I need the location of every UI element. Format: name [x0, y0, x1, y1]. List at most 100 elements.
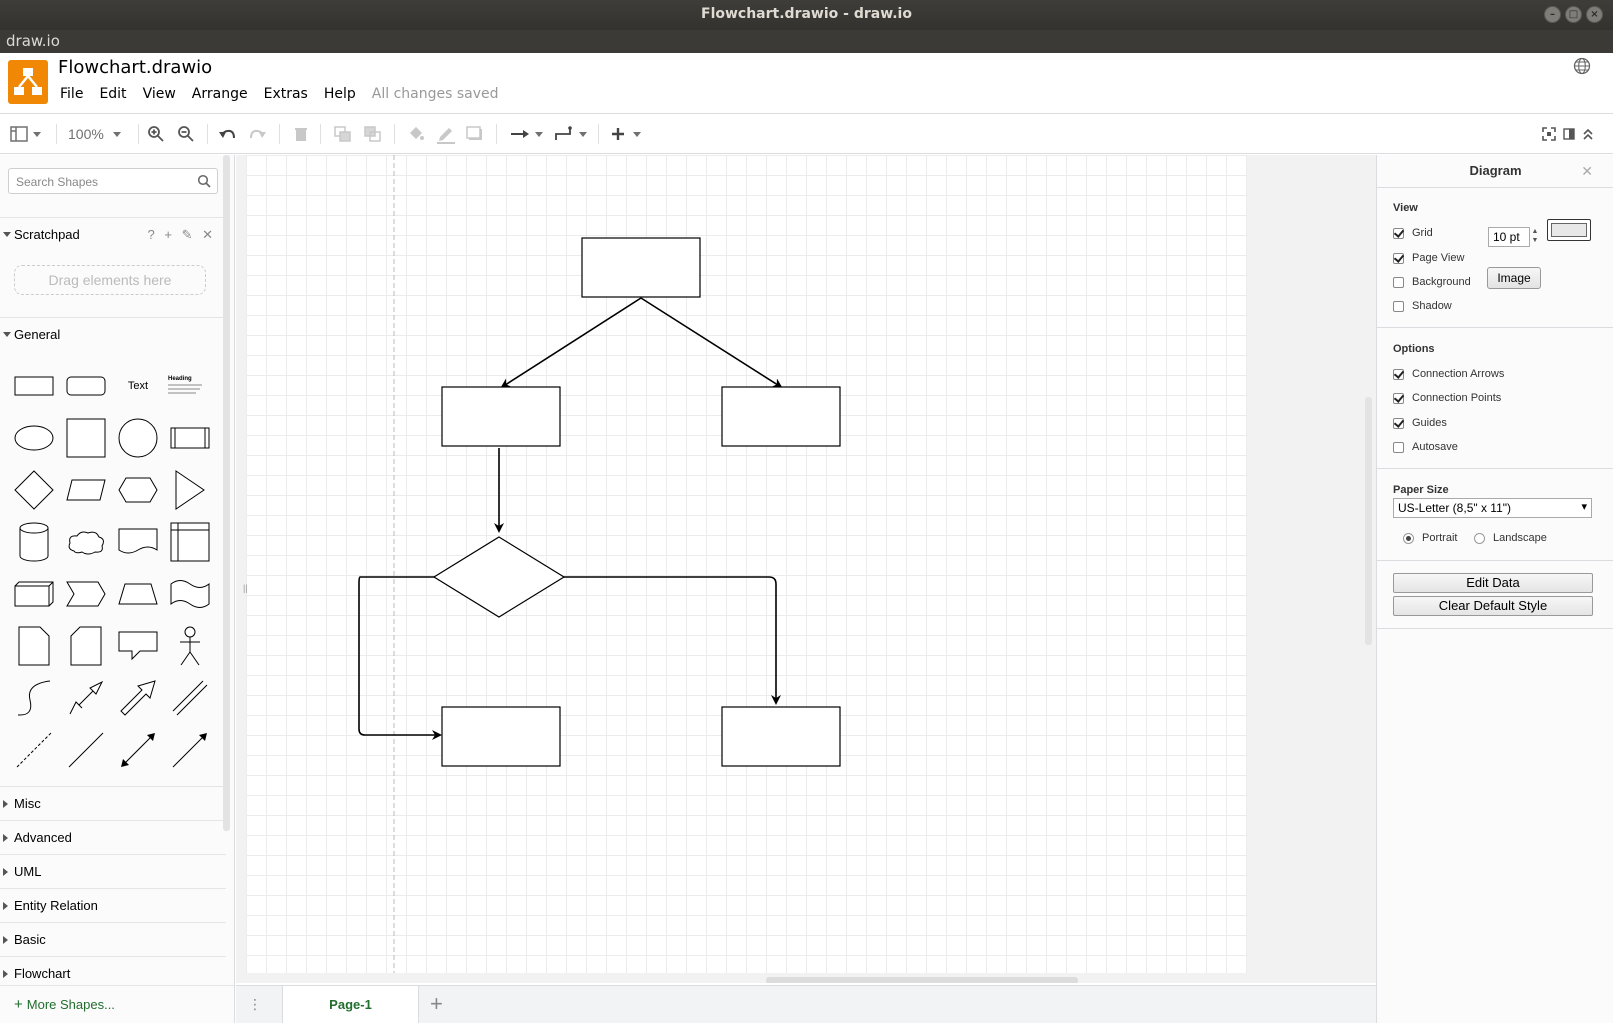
shape-cylinder[interactable] — [12, 520, 56, 564]
shape-dashed-line[interactable] — [12, 728, 56, 772]
shape-circle[interactable] — [116, 416, 160, 460]
shape-link[interactable] — [168, 676, 212, 720]
shape-internal-storage[interactable] — [168, 520, 212, 564]
shape-callout[interactable] — [116, 624, 160, 668]
page-view-option[interactable]: Page View — [1393, 252, 1464, 264]
shape-triangle[interactable] — [168, 468, 212, 512]
close-window-button[interactable]: × — [1586, 6, 1603, 23]
language-globe-icon[interactable] — [1573, 57, 1591, 75]
fill-color-button[interactable] — [407, 114, 425, 154]
edge-decision-to-bottom-right[interactable] — [563, 576, 781, 705]
diagram-canvas[interactable] — [236, 155, 1376, 983]
grid-color-swatch[interactable] — [1547, 219, 1591, 241]
menu-help[interactable]: Help — [316, 86, 364, 102]
shape-rectangle[interactable] — [12, 364, 56, 408]
shape-actor[interactable] — [168, 624, 212, 668]
scratchpad-header[interactable]: Scratchpad ? + ✎ ✕ — [0, 217, 226, 251]
format-panel-toggle[interactable] — [1563, 114, 1575, 154]
background-image-button[interactable]: Image — [1487, 267, 1541, 289]
view-panels-button[interactable] — [10, 114, 41, 154]
scratchpad-dropzone[interactable]: Drag elements here — [14, 265, 206, 295]
shape-search-input[interactable]: Search Shapes — [8, 168, 218, 194]
shape-bidirectional-connector[interactable] — [116, 728, 160, 772]
shape-cloud[interactable] — [64, 520, 108, 564]
minimize-button[interactable]: – — [1544, 6, 1561, 23]
edge-top-to-left[interactable] — [500, 297, 642, 389]
shape-cube[interactable] — [12, 572, 56, 616]
shape-parallelogram[interactable] — [64, 468, 108, 512]
shape-process[interactable] — [168, 416, 212, 460]
canvas-vertical-scrollbar[interactable] — [1365, 397, 1372, 645]
shape-ellipse[interactable] — [12, 416, 56, 460]
shape-text[interactable]: Text — [116, 364, 160, 408]
section-misc[interactable]: Misc — [0, 786, 226, 820]
shape-hexagon[interactable] — [116, 468, 160, 512]
grid-checkbox[interactable] — [1393, 227, 1404, 239]
paper-size-select[interactable]: US-Letter (8,5" x 11") — [1393, 498, 1592, 518]
more-shapes-button[interactable]: + More Shapes... — [0, 985, 234, 1023]
edge-decision-to-bottom-left[interactable] — [358, 576, 442, 740]
page-menu-icon[interactable]: ⋮ — [248, 996, 262, 1013]
landscape-radio[interactable] — [1474, 532, 1485, 544]
redo-button[interactable] — [249, 114, 267, 154]
close-icon[interactable]: ✕ — [1581, 155, 1593, 187]
shape-card[interactable] — [64, 624, 108, 668]
diagram-page[interactable] — [246, 155, 1247, 973]
shape-step[interactable] — [64, 572, 108, 616]
menu-file[interactable]: File — [52, 86, 91, 102]
connection-arrows-option[interactable]: Connection Arrows — [1393, 368, 1504, 380]
connection-points-option[interactable]: Connection Points — [1393, 392, 1501, 404]
grid-option[interactable]: Grid — [1393, 227, 1433, 239]
shadow-checkbox[interactable] — [1393, 300, 1404, 312]
node-decision[interactable] — [432, 536, 566, 618]
zoom-in-button[interactable] — [147, 114, 165, 154]
portrait-option[interactable]: Portrait — [1403, 532, 1457, 544]
shape-directional-connector[interactable] — [168, 728, 212, 772]
connection-arrows-checkbox[interactable] — [1393, 368, 1404, 380]
general-header[interactable]: General — [0, 317, 226, 351]
canvas-horizontal-scrollbar[interactable] — [766, 977, 1078, 983]
delete-button[interactable] — [294, 114, 308, 154]
node-start[interactable] — [581, 237, 701, 298]
sidebar-resize-handle[interactable]: || — [243, 583, 248, 593]
document-title[interactable]: Flowchart.drawio — [58, 57, 212, 78]
section-uml[interactable]: UML — [0, 854, 226, 888]
search-icon[interactable] — [197, 174, 211, 188]
connection-points-checkbox[interactable] — [1393, 392, 1404, 404]
section-basic[interactable]: Basic — [0, 922, 226, 956]
menu-view[interactable]: View — [135, 86, 184, 102]
connection-style-button[interactable] — [510, 114, 543, 154]
guides-option[interactable]: Guides — [1393, 417, 1447, 429]
background-checkbox[interactable] — [1393, 276, 1404, 288]
shape-note[interactable] — [12, 624, 56, 668]
zoom-dropdown[interactable]: 100% — [68, 114, 121, 154]
sidebar-scrollbar[interactable] — [223, 155, 230, 831]
node-bottom-right[interactable] — [721, 706, 841, 767]
shape-curve[interactable] — [12, 676, 56, 720]
shape-tape[interactable] — [168, 572, 212, 616]
section-advanced[interactable]: Advanced — [0, 820, 226, 854]
line-color-button[interactable] — [436, 114, 456, 154]
edge-top-to-right[interactable] — [640, 297, 783, 389]
edit-data-button[interactable]: Edit Data — [1393, 573, 1593, 593]
add-page-icon[interactable]: + — [430, 991, 443, 1017]
menu-extras[interactable]: Extras — [256, 86, 316, 102]
portrait-radio[interactable] — [1403, 532, 1414, 544]
autosave-option[interactable]: Autosave — [1393, 441, 1458, 453]
node-right[interactable] — [721, 386, 841, 447]
to-front-button[interactable] — [334, 114, 352, 154]
shape-rounded-rectangle[interactable] — [64, 364, 108, 408]
maximize-button[interactable]: □ — [1565, 6, 1582, 23]
section-entity-relation[interactable]: Entity Relation — [0, 888, 226, 922]
landscape-option[interactable]: Landscape — [1474, 532, 1547, 544]
shape-bidirectional-arrow[interactable] — [64, 676, 108, 720]
collapse-header-button[interactable] — [1582, 114, 1594, 154]
background-option[interactable]: Background — [1393, 276, 1471, 288]
menu-arrange[interactable]: Arrange — [184, 86, 256, 102]
page-view-checkbox[interactable] — [1393, 252, 1404, 264]
shape-heading[interactable]: Heading — [168, 364, 212, 408]
insert-button[interactable] — [611, 114, 641, 154]
flowchart-diagram[interactable] — [246, 155, 1247, 973]
clear-default-style-button[interactable]: Clear Default Style — [1393, 596, 1593, 616]
shape-arrow[interactable] — [116, 676, 160, 720]
